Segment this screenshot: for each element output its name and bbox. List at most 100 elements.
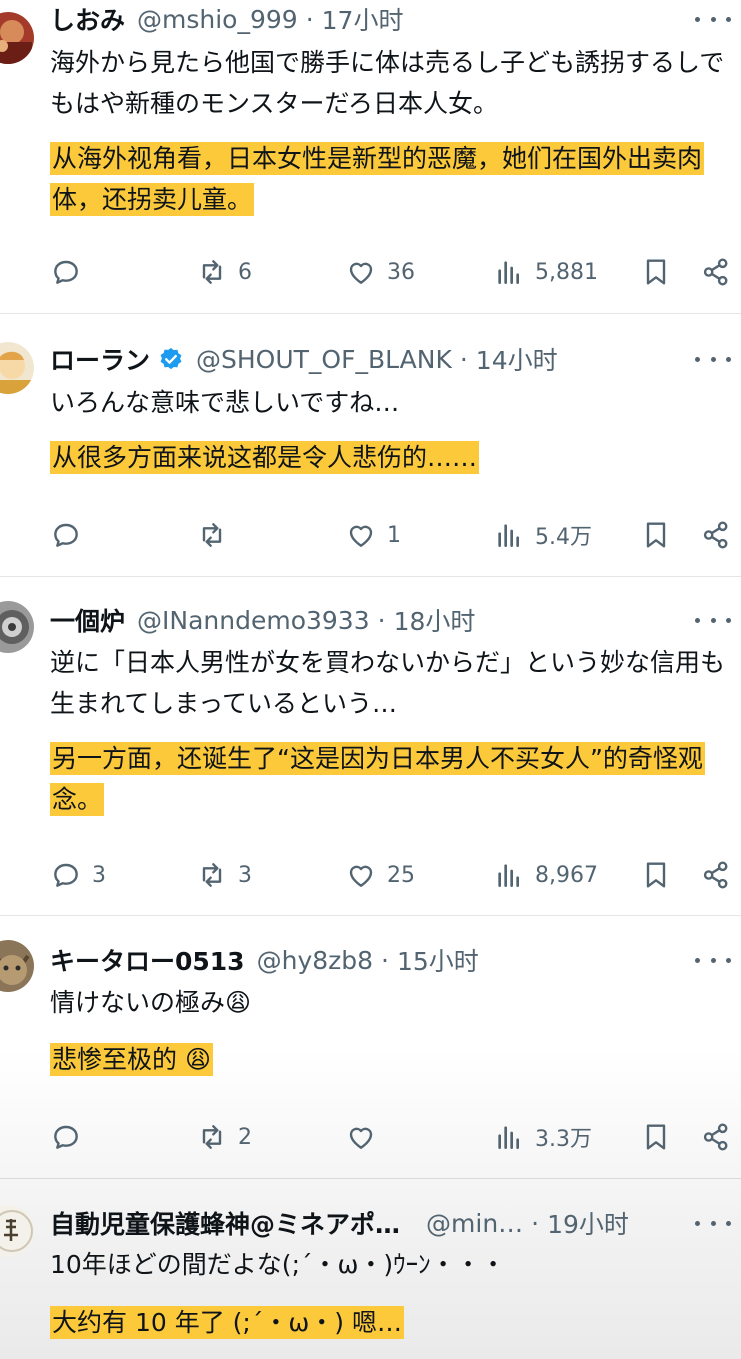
bookmark-button[interactable] xyxy=(640,855,672,895)
reply-count: 3 xyxy=(92,862,106,888)
retweet-button[interactable] xyxy=(196,515,238,555)
share-icon xyxy=(703,861,728,889)
more-icon[interactable] xyxy=(695,9,731,29)
tweet-1[interactable]: しおみ @mshio_999 · 17小时 海外から見たら他国で勝手に体は売るし… xyxy=(0,0,741,313)
translation-text: 悲惨至极的 😩 xyxy=(50,1039,734,1080)
retweet-icon xyxy=(202,523,222,547)
share-button[interactable] xyxy=(700,515,732,555)
like-icon xyxy=(349,865,373,887)
author-name[interactable]: ローラン xyxy=(50,342,150,376)
author-name[interactable]: 一個炉 xyxy=(50,603,125,637)
avatar[interactable] xyxy=(0,12,34,64)
bookmark-icon xyxy=(646,259,666,285)
share-button[interactable] xyxy=(700,1117,732,1157)
views-count: 5.4万 xyxy=(535,525,592,550)
author-name[interactable]: しおみ xyxy=(50,2,125,36)
translation-highlight: 另一方面，还诞生了“这是因为日本男人不买女人”的奇怪观念。 xyxy=(50,742,705,816)
like-icon xyxy=(349,525,373,547)
bookmark-button[interactable] xyxy=(640,515,672,555)
like-icon xyxy=(349,262,373,284)
like-button[interactable]: 25 xyxy=(345,855,415,895)
bookmark-button[interactable] xyxy=(640,1117,672,1157)
reply-button[interactable]: 3 xyxy=(50,855,106,895)
author-handle[interactable]: @mshio_999 xyxy=(137,5,298,34)
retweet-icon xyxy=(202,1125,222,1149)
retweet-icon xyxy=(202,863,222,887)
like-button[interactable]: 1 xyxy=(345,515,401,555)
share-button[interactable] xyxy=(700,252,732,292)
avatar[interactable] xyxy=(0,342,34,394)
author-handle[interactable]: @min… xyxy=(426,1209,523,1238)
retweet-icon xyxy=(202,260,222,284)
more-icon[interactable] xyxy=(695,610,731,630)
tweet-4[interactable]: キータロー0513 @hy8zb8 · 15小时 情けないの極み😩 悲惨至极的 … xyxy=(0,916,741,1178)
reply-icon xyxy=(54,1125,78,1149)
avatar[interactable] xyxy=(0,601,34,653)
bookmark-icon xyxy=(646,522,666,548)
share-icon xyxy=(703,1123,728,1151)
separator-dot: · xyxy=(531,1208,540,1238)
like-button[interactable] xyxy=(345,1117,387,1157)
author-name[interactable]: キータロー0513 xyxy=(50,943,245,977)
tweet-text: 情けないの極み😩 xyxy=(50,988,252,1017)
share-button[interactable] xyxy=(700,855,732,895)
translation-highlight: 大约有 10 年了 (;´・ω・) 嗯… xyxy=(50,1306,404,1339)
more-icon[interactable] xyxy=(695,950,731,970)
like-count: 1 xyxy=(387,522,401,548)
author-handle[interactable]: @SHOUT_OF_BLANK xyxy=(196,345,452,374)
more-icon[interactable] xyxy=(695,349,731,369)
views-icon xyxy=(498,864,519,887)
tweet-text: 10年ほどの間だよな(;´・ω・)ｳｰﾝ・・・ xyxy=(50,1250,506,1279)
timestamp[interactable]: 18小时 xyxy=(394,603,476,637)
views-icon xyxy=(498,524,519,547)
tweet-3[interactable]: 一個炉 @INanndemo3933 · 18小时 逆に「日本人男性が女を買わな… xyxy=(0,577,741,915)
translation-text: 从很多方面来说这都是令人悲伤的…… xyxy=(50,437,734,478)
like-button[interactable]: 36 xyxy=(345,252,415,292)
tweet-2[interactable]: ローラン @SHOUT_OF_BLANK · 14小时 いろんな意味で悲しいです… xyxy=(0,314,741,576)
share-icon xyxy=(703,521,728,549)
separator-dot: · xyxy=(381,945,389,975)
more-icon[interactable] xyxy=(695,1213,731,1233)
views-icon xyxy=(498,261,519,284)
reply-button[interactable] xyxy=(50,252,92,292)
reply-button[interactable] xyxy=(50,1117,92,1157)
reply-icon xyxy=(54,523,78,547)
retweet-button[interactable]: 6 xyxy=(196,252,252,292)
retweet-button[interactable]: 2 xyxy=(196,1117,252,1157)
tweet-text: 海外から見たら他国で勝手に体は売るし子ども誘拐するしでもはや新種のモンスターだろ… xyxy=(50,48,725,118)
avatar[interactable] xyxy=(0,940,34,992)
retweet-button[interactable]: 3 xyxy=(196,855,252,895)
views-icon xyxy=(498,1126,519,1149)
retweet-count: 2 xyxy=(238,1124,252,1150)
translation-text: 另一方面，还诞生了“这是因为日本男人不买女人”的奇怪观念。 xyxy=(50,738,734,820)
bookmark-button[interactable] xyxy=(640,252,672,292)
tweet-text: いろんな意味で悲しいですね… xyxy=(50,388,400,417)
separator-dot: · xyxy=(305,4,314,34)
views-button[interactable]: 5,881 xyxy=(493,252,598,292)
author-handle[interactable]: @INanndemo3933 xyxy=(137,606,370,635)
like-count: 36 xyxy=(387,259,415,285)
timestamp[interactable]: 17小时 xyxy=(322,2,404,36)
retweet-count: 3 xyxy=(238,862,252,888)
translation-text: 大约有 10 年了 (;´・ω・) 嗯… xyxy=(50,1302,734,1343)
translation-highlight: 从很多方面来说这都是令人悲伤的…… xyxy=(50,441,480,474)
bookmark-icon xyxy=(646,1124,666,1150)
timestamp[interactable]: 19小时 xyxy=(547,1206,629,1240)
views-button[interactable]: 5.4万 xyxy=(493,515,592,555)
avatar[interactable] xyxy=(0,1205,34,1257)
views-button[interactable]: 8,967 xyxy=(493,855,598,895)
reply-icon xyxy=(54,260,78,284)
reply-button[interactable] xyxy=(50,515,92,555)
tweet-5[interactable]: 自動児童保護蜂神@ミネアポ… @min… · 19小时 10年ほどの間だよな(;… xyxy=(0,1179,741,1359)
separator-dot: · xyxy=(459,344,468,374)
translation-highlight: 悲惨至极的 😩 xyxy=(50,1043,214,1076)
tweet-text: 逆に「日本人男性が女を買わないからだ」という妙な信用も生まれてしまっているという… xyxy=(50,648,726,718)
views-count: 8,967 xyxy=(535,862,598,888)
timestamp[interactable]: 14小时 xyxy=(476,342,558,376)
timestamp[interactable]: 15小时 xyxy=(397,943,479,977)
translation-text: 从海外视角看，日本女性是新型的恶魔，她们在国外出卖肉体，还拐卖儿童。 xyxy=(50,138,734,220)
retweet-count: 6 xyxy=(238,259,252,285)
author-handle[interactable]: @hy8zb8 xyxy=(257,946,373,975)
views-button[interactable]: 3.3万 xyxy=(493,1117,592,1157)
author-name[interactable]: 自動児童保護蜂神@ミネアポ… xyxy=(50,1206,400,1240)
